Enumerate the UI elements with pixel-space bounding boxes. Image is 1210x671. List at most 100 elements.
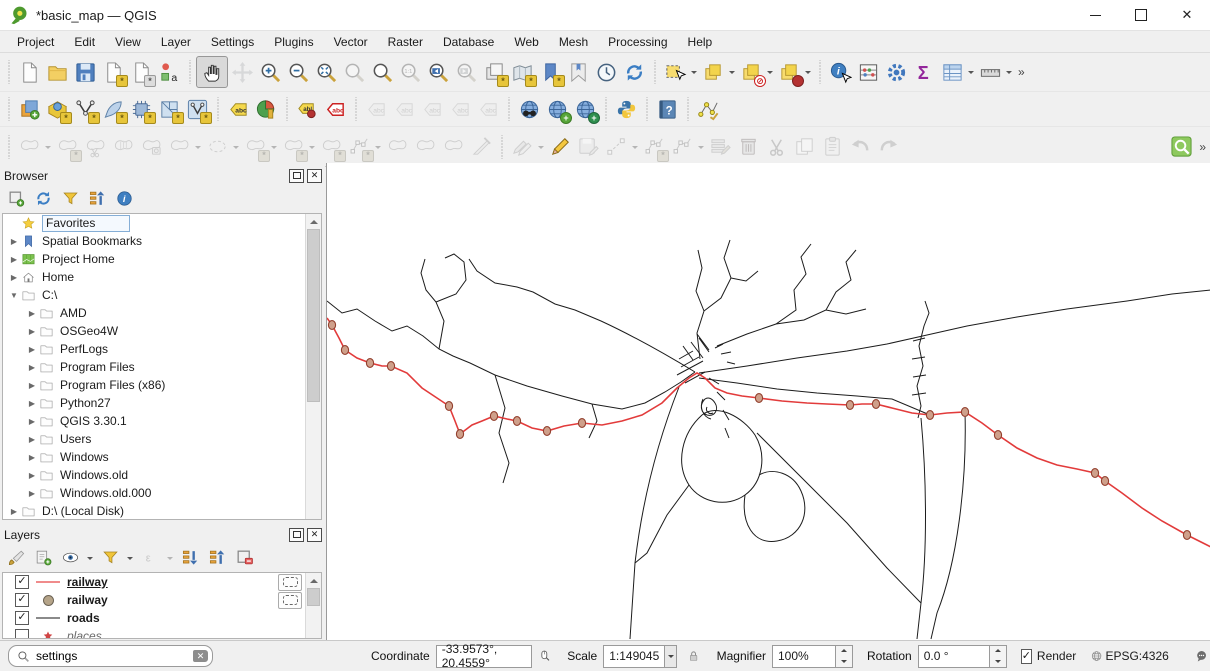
layer-row-railway[interactable]: ✓railway — [3, 573, 305, 591]
layer-visibility-checkbox[interactable]: ✓ — [15, 593, 29, 607]
vertex-tool-all-layers-button[interactable] — [668, 133, 696, 161]
select-features-button[interactable] — [661, 58, 689, 86]
check-geometries-button[interactable] — [694, 95, 722, 123]
layer-diagram-options-button[interactable] — [252, 95, 280, 123]
browser-item-windows[interactable]: ▶Windows — [3, 448, 305, 466]
refresh-browser-button[interactable] — [31, 187, 55, 211]
add-part-button[interactable]: * — [279, 133, 307, 161]
scale-field[interactable]: 1:149045 — [603, 645, 664, 668]
select-features-dropdown[interactable] — [689, 58, 698, 86]
move-label-diagram-button[interactable] — [418, 95, 446, 123]
merge-features-button[interactable] — [109, 133, 137, 161]
lock-scale-icon[interactable] — [687, 646, 700, 666]
spin-up-icon[interactable] — [990, 646, 1006, 657]
menu-raster[interactable]: Raster — [379, 33, 432, 51]
expand-all-button[interactable] — [178, 546, 202, 570]
zoom-in-button[interactable] — [256, 58, 284, 86]
zoom-next-button[interactable] — [452, 58, 480, 86]
zoom-out-button[interactable] — [284, 58, 312, 86]
layer-row-railway[interactable]: ✓railway — [3, 591, 305, 609]
expander-icon[interactable]: ▶ — [25, 327, 39, 336]
expander-icon[interactable]: ▶ — [25, 453, 39, 462]
crs-globe-icon[interactable] — [1090, 646, 1103, 666]
layer-labeling-options-button[interactable] — [224, 95, 252, 123]
add-wfs-layer-button[interactable]: * — [183, 95, 211, 123]
split-features-button[interactable] — [81, 133, 109, 161]
menu-help[interactable]: Help — [679, 33, 722, 51]
browser-item-home[interactable]: ▶Home — [3, 268, 305, 286]
filter-by-expression-dropdown[interactable] — [165, 544, 174, 572]
toolbar-overflow-2-icon[interactable]: » — [1195, 140, 1210, 154]
generalize-feature-button[interactable] — [439, 133, 467, 161]
scroll-up-icon[interactable] — [306, 214, 321, 229]
layers-scrollbar[interactable] — [305, 573, 321, 638]
add-delimited-text-layer-button[interactable]: * — [71, 95, 99, 123]
browser-float-button[interactable] — [289, 169, 304, 183]
browser-item-qgis-3-30-1[interactable]: ▶QGIS 3.30.1 — [3, 412, 305, 430]
current-edits-dropdown[interactable] — [43, 133, 52, 161]
densify-feature-button[interactable] — [411, 133, 439, 161]
undo-button[interactable] — [846, 133, 874, 161]
select-by-location-dropdown[interactable] — [803, 58, 812, 86]
browser-item-program-files[interactable]: ▶Program Files — [3, 358, 305, 376]
toolbar-overflow-icon[interactable]: » — [1014, 65, 1029, 79]
browser-item-windows-old-000[interactable]: ▶Windows.old.000 — [3, 484, 305, 502]
menu-database[interactable]: Database — [434, 33, 503, 51]
browser-item-d-local-disk[interactable]: ▶D:\ (Local Disk) — [3, 502, 305, 519]
expander-icon[interactable]: ▶ — [25, 489, 39, 498]
toggle-editing-all-layers-button[interactable] — [508, 133, 536, 161]
layer-edit-widget[interactable] — [278, 574, 302, 591]
filter-legend-dropdown[interactable] — [125, 544, 134, 572]
collapse-all-layers-button[interactable] — [205, 546, 229, 570]
minimize-button[interactable] — [1072, 1, 1118, 30]
statusbar-search[interactable]: ✕ — [8, 645, 213, 667]
scroll-up-icon[interactable] — [306, 573, 321, 588]
manage-map-themes-button[interactable] — [58, 546, 82, 570]
manage-map-themes-dropdown[interactable] — [85, 544, 94, 572]
paste-features-button[interactable] — [818, 133, 846, 161]
zoom-to-selection-button[interactable] — [340, 58, 368, 86]
simplify-feature-button[interactable] — [203, 133, 231, 161]
menu-mesh[interactable]: Mesh — [550, 33, 597, 51]
toggle-editing-all-layers-dropdown[interactable] — [536, 133, 545, 161]
expander-icon[interactable]: ▶ — [25, 345, 39, 354]
deselect-features-button[interactable]: ⊘ — [737, 58, 765, 86]
show-spatial-bookmarks-button[interactable] — [564, 58, 592, 86]
vertex-tool-button[interactable]: * — [640, 133, 668, 161]
zoom-native-button[interactable] — [396, 58, 424, 86]
map-canvas[interactable] — [326, 163, 1210, 641]
open-layer-styling-button[interactable] — [4, 546, 28, 570]
toggle-unplaced-labels-button[interactable] — [362, 95, 390, 123]
zoom-to-layer-button[interactable] — [368, 58, 396, 86]
spin-up-icon[interactable] — [836, 646, 852, 657]
pan-map-to-selection-button[interactable] — [228, 58, 256, 86]
osm-place-search-button[interactable] — [1167, 133, 1195, 161]
expander-icon[interactable]: ▶ — [25, 471, 39, 480]
change-label-properties-button[interactable] — [474, 95, 502, 123]
new-3d-map-view-button[interactable]: * — [508, 58, 536, 86]
add-ring-button[interactable]: * — [241, 133, 269, 161]
layer-visibility-checkbox[interactable] — [15, 629, 29, 638]
python-console-button[interactable] — [612, 95, 640, 123]
scrollbar-track[interactable] — [306, 229, 321, 504]
expander-icon[interactable]: ▶ — [7, 273, 21, 282]
spin-down-icon[interactable] — [990, 656, 1006, 667]
pan-map-button[interactable] — [196, 56, 228, 88]
scrollbar-track[interactable] — [306, 588, 321, 623]
add-selected-layer-button[interactable] — [4, 187, 28, 211]
collapse-all-button[interactable] — [85, 187, 109, 211]
open-attribute-table-dropdown[interactable] — [966, 58, 975, 86]
save-project-button[interactable] — [71, 58, 99, 86]
expander-icon[interactable]: ▶ — [7, 237, 21, 246]
browser-item-favorites[interactable]: Favorites — [3, 214, 305, 232]
scale-dropdown[interactable] — [664, 645, 677, 668]
add-ring-dropdown[interactable] — [269, 133, 278, 161]
add-mesh-layer-button[interactable]: * — [127, 95, 155, 123]
open-field-calculator-button[interactable] — [854, 58, 882, 86]
deselect-features-dropdown[interactable] — [765, 58, 774, 86]
filter-legend-button[interactable] — [98, 546, 122, 570]
vertex-tool-all-layers-dropdown[interactable] — [696, 133, 705, 161]
layer-properties-button[interactable] — [112, 187, 136, 211]
metasearch-button[interactable] — [515, 95, 543, 123]
zoom-full-button[interactable] — [312, 58, 340, 86]
